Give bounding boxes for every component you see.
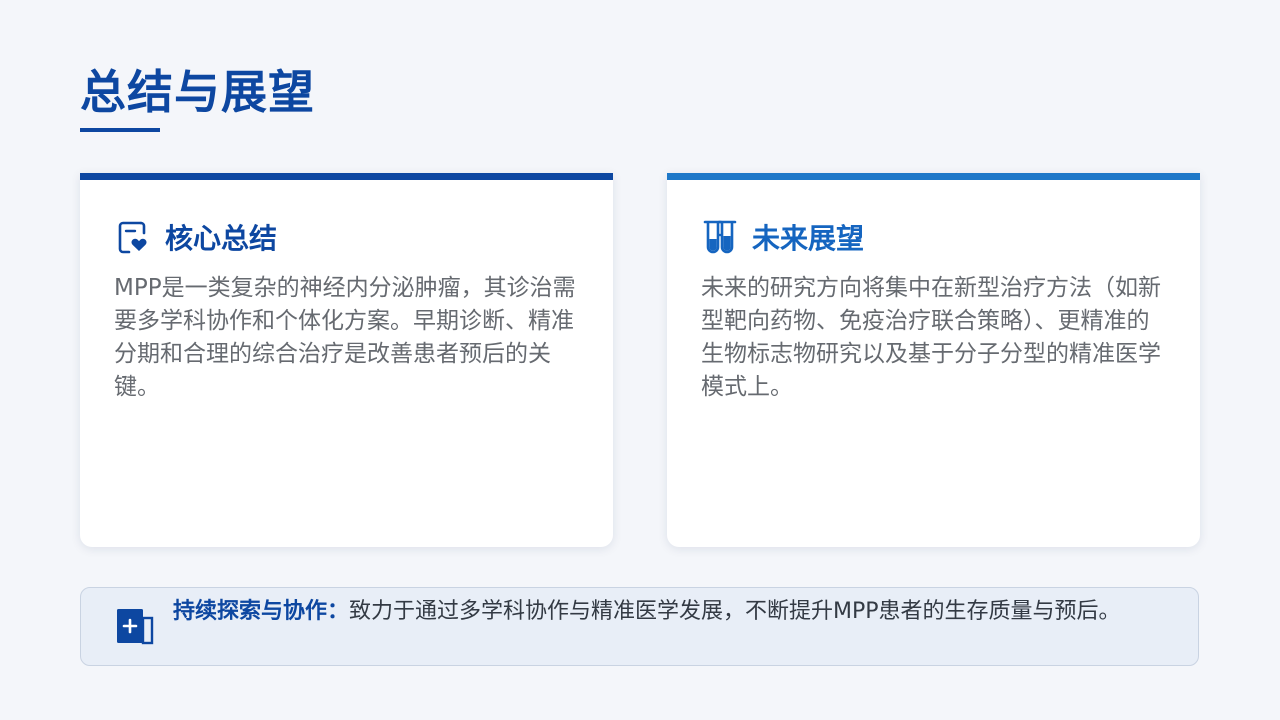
summary-card-header: 核心总结 xyxy=(115,217,277,257)
summary-card: 核心总结 MPP是一类复杂的神经内分泌肿瘤，其诊治需要多学科协作和个体化方案。早… xyxy=(80,173,613,547)
outlook-card-header: 未来展望 xyxy=(702,217,864,257)
summary-card-body: MPP是一类复杂的神经内分泌肿瘤，其诊治需要多学科协作和个体化方案。早期诊断、精… xyxy=(114,275,576,400)
test-tubes-icon xyxy=(703,220,737,254)
outlook-card: 未来展望 未来的研究方向将集中在新型治疗方法（如新型靶向药物、免疫治疗联合策略）… xyxy=(667,173,1200,547)
summary-card-heading: 核心总结 xyxy=(165,222,278,255)
outlook-card-heading: 未来展望 xyxy=(752,222,865,255)
title-underline xyxy=(80,128,160,132)
page-title: 总结与展望 xyxy=(80,65,315,119)
outlook-card-top-bar xyxy=(667,173,1200,180)
collaboration-banner: 持续探索与协作：致力于通过多学科协作与精准医学发展，不断提升MPP患者的生存质量… xyxy=(80,587,1199,666)
summary-card-top-bar xyxy=(80,173,613,180)
banner-text: 持续探索与协作：致力于通过多学科协作与精准医学发展，不断提升MPP患者的生存质量… xyxy=(173,595,1173,628)
outlook-card-body: 未来的研究方向将集中在新型治疗方法（如新型靶向药物、免疫治疗联合策略）、更精准的… xyxy=(701,275,1161,400)
document-heart-icon xyxy=(118,221,147,254)
medical-plus-icon xyxy=(117,609,154,645)
banner-message: 致力于通过多学科协作与精准医学发展，不断提升MPP患者的生存质量与预后。 xyxy=(349,599,1121,624)
banner-strong-label: 持续探索与协作： xyxy=(173,599,350,624)
